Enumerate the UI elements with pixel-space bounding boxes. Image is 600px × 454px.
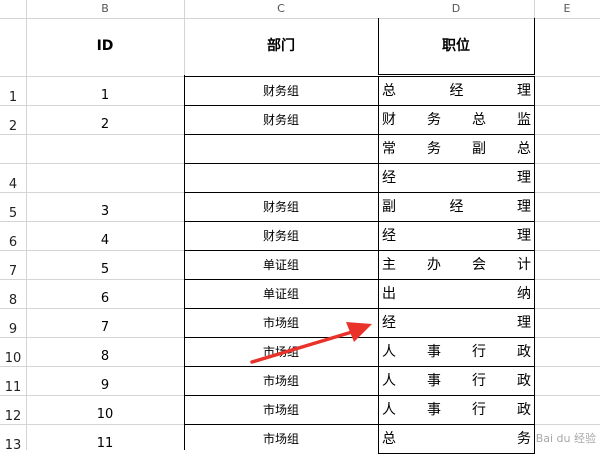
header-id[interactable]: ID	[26, 18, 184, 74]
position-char: 政	[517, 373, 531, 389]
row-number[interactable]: 6	[0, 235, 26, 251]
position-char: 经	[449, 199, 464, 215]
cell-dept[interactable]: 财务组	[184, 76, 378, 105]
position-char: 政	[517, 402, 531, 418]
position-char: 会	[472, 257, 486, 273]
cell-id[interactable]: 8	[26, 349, 184, 364]
cell-dept[interactable]	[184, 163, 378, 192]
row-number[interactable]: 13	[0, 438, 26, 454]
cell-position[interactable]: 人事行政	[378, 337, 535, 367]
cell-id[interactable]: 6	[26, 291, 184, 306]
dept-header-border	[184, 18, 379, 75]
row-number[interactable]: 7	[0, 264, 26, 280]
position-char: 行	[472, 344, 486, 360]
spreadsheet: B C D E ID 部门 职位 1 1 财务组总经理 2 2 财务组财务总监常务副总 4 经…	[0, 0, 600, 454]
cell-dept[interactable]: 市场组	[184, 395, 378, 424]
cell-dept[interactable]: 财务组	[184, 192, 378, 221]
cell-id[interactable]: 7	[26, 320, 184, 335]
cell-dept[interactable]: 市场组	[184, 337, 378, 366]
position-char: 理	[517, 199, 531, 215]
position-char: 总	[382, 83, 396, 99]
dept-left-border	[184, 75, 185, 450]
cell-id[interactable]: 11	[26, 436, 184, 451]
position-char: 常	[382, 141, 396, 157]
cell-id[interactable]: 3	[26, 204, 184, 219]
cell-id[interactable]: 2	[26, 117, 184, 132]
position-char: 主	[382, 257, 396, 273]
cell-dept[interactable]: 市场组	[184, 366, 378, 395]
position-char: 出	[382, 286, 396, 302]
cell-id[interactable]: 10	[26, 407, 184, 422]
position-char: 计	[517, 257, 531, 273]
row-number[interactable]: 11	[0, 380, 26, 396]
position-char: 人	[382, 402, 396, 418]
row-number[interactable]: 5	[0, 206, 26, 222]
row-number[interactable]: 10	[0, 351, 26, 367]
cell-id[interactable]: 5	[26, 262, 184, 277]
cell-dept[interactable]: 财务组	[184, 221, 378, 250]
position-char: 事	[427, 373, 441, 389]
cell-id[interactable]: 9	[26, 378, 184, 393]
position-char: 行	[472, 373, 486, 389]
row-number[interactable]: 1	[0, 90, 26, 106]
cell-dept[interactable]	[184, 134, 378, 163]
row-number[interactable]: 4	[0, 177, 26, 193]
position-char: 总	[472, 112, 486, 128]
cell-position[interactable]: 经理	[378, 221, 535, 251]
cell-id[interactable]: 1	[26, 88, 184, 103]
cell-position[interactable]: 人事行政	[378, 395, 535, 425]
row-number[interactable]	[0, 148, 26, 164]
position-char: 事	[427, 344, 441, 360]
position-char: 务	[427, 112, 441, 128]
baidu-watermark: Bai du 经验	[535, 432, 596, 445]
position-char: 监	[517, 112, 531, 128]
cell-position[interactable]: 总经理	[378, 76, 535, 106]
position-char: 理	[517, 83, 531, 99]
position-char: 副	[382, 199, 396, 215]
cell-dept[interactable]: 市场组	[184, 308, 378, 337]
position-char: 总	[382, 431, 396, 447]
position-char: 理	[517, 170, 531, 186]
position-char: 纳	[517, 286, 531, 302]
cell-position[interactable]: 常务副总	[378, 134, 535, 164]
cell-position[interactable]: 人事行政	[378, 366, 535, 396]
position-char: 总	[517, 141, 531, 157]
cell-id[interactable]: 4	[26, 233, 184, 248]
position-char: 经	[382, 228, 396, 244]
column-header-e[interactable]: E	[534, 0, 600, 18]
row-number[interactable]: 2	[0, 119, 26, 135]
cell-dept[interactable]: 单证组	[184, 250, 378, 279]
cell-position[interactable]: 出纳	[378, 279, 535, 309]
position-char: 理	[517, 228, 531, 244]
position-char: 务	[427, 141, 441, 157]
position-char: 经	[449, 83, 464, 99]
row-number[interactable]: 8	[0, 293, 26, 309]
position-char: 经	[382, 315, 396, 331]
cell-position[interactable]: 副经理	[378, 192, 535, 222]
position-char: 经	[382, 170, 396, 186]
cell-position[interactable]: 主办会计	[378, 250, 535, 280]
column-header-d[interactable]: D	[378, 0, 534, 18]
position-char: 财	[382, 112, 396, 128]
cell-dept[interactable]: 市场组	[184, 424, 378, 453]
position-char: 副	[472, 141, 486, 157]
position-char: 事	[427, 402, 441, 418]
position-char: 理	[517, 315, 531, 331]
position-char: 人	[382, 373, 396, 389]
position-char: 办	[427, 257, 441, 273]
position-header-border	[378, 18, 535, 75]
position-char: 人	[382, 344, 396, 360]
cell-position[interactable]: 财务总监	[378, 105, 535, 135]
cell-position[interactable]: 经理	[378, 308, 535, 338]
column-header-b[interactable]: B	[26, 0, 184, 18]
row-number[interactable]: 9	[0, 322, 26, 338]
cell-position[interactable]: 经理	[378, 163, 535, 193]
position-char: 务	[517, 431, 531, 447]
column-header-c[interactable]: C	[184, 0, 378, 18]
row-number[interactable]: 12	[0, 409, 26, 425]
cell-dept[interactable]: 单证组	[184, 279, 378, 308]
cell-dept[interactable]: 财务组	[184, 105, 378, 134]
position-char: 政	[517, 344, 531, 360]
position-char: 行	[472, 402, 486, 418]
